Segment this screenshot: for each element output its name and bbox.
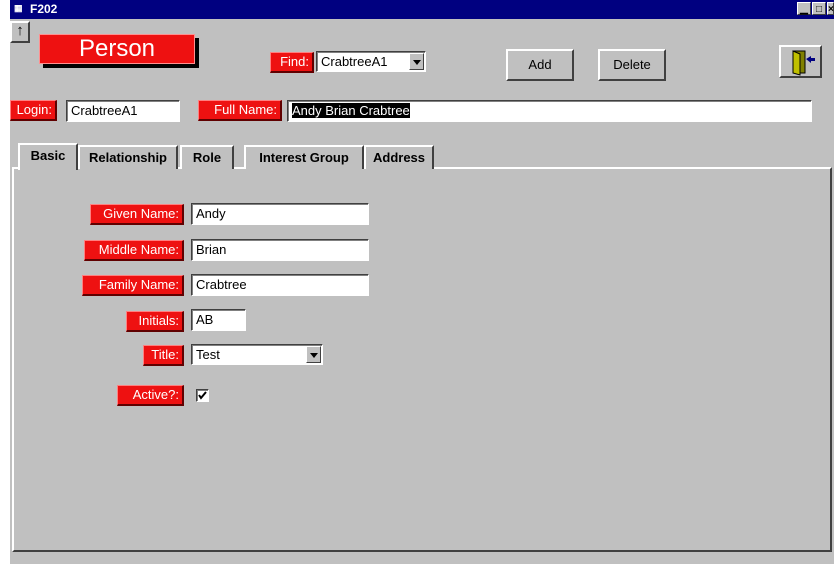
family-name-field[interactable]: Crabtree: [191, 274, 369, 296]
delete-button[interactable]: Delete: [598, 49, 666, 81]
window-title: F202: [30, 2, 58, 16]
login-field[interactable]: CrabtreeA1: [66, 100, 180, 122]
maximize-button[interactable]: □: [812, 2, 826, 15]
full-name-value: Andy Brian Crabtree: [292, 103, 410, 118]
chevron-down-icon[interactable]: [306, 346, 321, 363]
chevron-down-icon[interactable]: [409, 53, 424, 70]
title-bar[interactable]: ▦ F202 ▁ □ ×: [10, 0, 834, 19]
tab-address[interactable]: Address: [364, 145, 434, 169]
middle-name-label: Middle Name:: [84, 240, 184, 261]
find-label: Find:: [270, 52, 314, 73]
full-name-label: Full Name:: [198, 100, 282, 121]
initials-label: Initials:: [126, 311, 184, 332]
checkmark-icon: [198, 391, 207, 400]
middle-name-field[interactable]: Brian: [191, 239, 369, 261]
exit-button[interactable]: [779, 45, 822, 78]
tab-interest-group[interactable]: Interest Group: [244, 145, 364, 169]
up-button[interactable]: ↑: [10, 21, 30, 43]
find-select-value: CrabtreeA1: [321, 54, 388, 69]
minimize-icon: ▁: [800, 4, 808, 15]
active-label: Active?:: [117, 385, 184, 406]
tab-relationship[interactable]: Relationship: [78, 145, 178, 169]
family-name-label: Family Name:: [82, 275, 184, 296]
tab-basic[interactable]: Basic: [18, 143, 78, 170]
given-name-field[interactable]: Andy: [191, 203, 369, 225]
title-select-value: Test: [196, 347, 220, 362]
title-label: Title:: [143, 345, 184, 366]
maximize-icon: □: [815, 4, 823, 15]
tab-role[interactable]: Role: [180, 145, 234, 169]
initials-field[interactable]: AB: [191, 309, 246, 331]
full-name-field[interactable]: Andy Brian Crabtree: [287, 100, 812, 122]
close-button[interactable]: ×: [827, 2, 834, 15]
add-button[interactable]: Add: [506, 49, 574, 81]
exit-door-icon: [792, 50, 815, 76]
close-icon: ×: [828, 4, 834, 15]
title-select[interactable]: Test: [191, 344, 323, 365]
form-title: Person: [39, 34, 195, 64]
given-name-label: Given Name:: [90, 204, 184, 225]
active-checkbox[interactable]: [196, 389, 209, 402]
minimize-button[interactable]: ▁: [797, 2, 811, 15]
form-window: ▦ F202 ▁ □ × ↑ Person Find: CrabtreeA1 A…: [10, 0, 834, 564]
login-label: Login:: [10, 100, 57, 121]
form-icon: ▦: [14, 3, 23, 13]
up-arrow-icon: ↑: [16, 22, 24, 39]
find-select[interactable]: CrabtreeA1: [316, 51, 426, 72]
